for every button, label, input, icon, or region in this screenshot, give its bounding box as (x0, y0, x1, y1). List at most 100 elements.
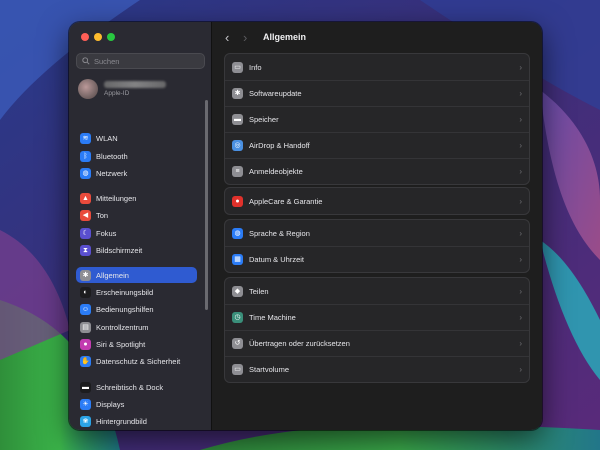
back-button[interactable]: ‹ (225, 31, 229, 44)
settings-row-label: Info (249, 62, 262, 72)
settings-row-label: Time Machine (249, 313, 296, 322)
settings-row-speicher[interactable]: ▬ Speicher › (225, 106, 529, 132)
settings-row-softwareupdate[interactable]: ✱ Softwareupdate › (225, 80, 529, 106)
bell-icon: ▲ (80, 192, 91, 204)
settings-row-label: AirDrop & Handoff (249, 141, 310, 150)
apple-id-account[interactable]: Apple-ID (78, 78, 204, 100)
settings-row-label: Übertragen oder zurücksetzen (249, 339, 350, 348)
sidebar-item-label: Schreibtisch & Dock (96, 382, 164, 392)
sidebar-item-datenschutz-sicherheit[interactable]: ✋ Datenschutz & Sicherheit (76, 353, 197, 369)
sidebar-item-kontrollzentrum[interactable]: ▤ Kontrollzentrum (76, 319, 197, 335)
sidebar-item-siri-spotlight[interactable]: ● Siri & Spotlight (76, 336, 197, 352)
sidebar-scrollbar[interactable] (205, 100, 208, 310)
sidebar-item-fokus[interactable]: ☾ Fokus (76, 225, 197, 241)
settings-group: ◆ Teilen › ◷ Time Machine › ↺ Übertragen oder z… (224, 277, 530, 383)
forward-button[interactable]: › (243, 31, 247, 44)
gear-icon: ✱ (80, 269, 91, 281)
disk-icon: ▭ (232, 364, 243, 375)
settings-group: ▭ Info › ✱ Softwareupdate › ▬ Speicher › ◎ AirDrop… (224, 53, 530, 185)
sidebar-item-label: Bedienungshilfen (96, 304, 154, 314)
sidebar-item-bedienungshilfen[interactable]: ☺ Bedienungshilfen (76, 301, 197, 317)
accessibility-icon: ☺ (80, 303, 91, 315)
sidebar-item-label: Mitteilungen (96, 193, 137, 203)
settings-row-anmeldeobjekte[interactable]: ≡ Anmeldeobjekte › (225, 158, 529, 184)
settings-row-applecare-garantie[interactable]: ● AppleCare & Garantie › (225, 188, 529, 214)
window-controls (81, 33, 115, 41)
share-icon: ◆ (232, 285, 243, 297)
settings-row-time-machine[interactable]: ◷ Time Machine › (225, 304, 529, 330)
gear-icon: ✱ (232, 88, 243, 99)
calendar-clock-icon: ▦ (232, 254, 243, 265)
settings-row-label: Startvolume (249, 365, 290, 374)
sidebar-item-displays[interactable]: ☀ Displays (76, 396, 197, 412)
settings-row-sprache-region[interactable]: ◍ Sprache & Region › (225, 220, 529, 246)
sidebar-item-label: Allgemein (96, 270, 129, 280)
settings-group: ● AppleCare & Garantie › (224, 187, 530, 215)
settings-row-teilen[interactable]: ◆ Teilen › (225, 278, 529, 304)
content-pane: ‹ › Allgemein ▭ Info › ✱ Softwareupdate › ▬ Spe… (212, 22, 542, 430)
speaker-icon: ◀ (80, 209, 91, 221)
sun-icon: ☀ (80, 398, 91, 410)
sidebar-item-label: WLAN (96, 133, 118, 143)
sidebar-item-label: Datenschutz & Sicherheit (96, 356, 181, 366)
time-machine-icon: ◷ (232, 312, 243, 323)
search-field[interactable] (76, 53, 205, 69)
sidebar-item-erscheinungsbild[interactable]: ◐ Erscheinungsbild (76, 284, 197, 300)
account-subtitle: Apple-ID (104, 90, 130, 97)
sidebar-item-label: Bluetooth (96, 151, 128, 161)
sidebar-item-label: Ton (96, 210, 109, 220)
account-name-redacted (104, 81, 166, 88)
sidebar-item-label: Siri & Spotlight (96, 339, 146, 349)
settings-row-info[interactable]: ▭ Info › (225, 54, 529, 80)
control-center-icon: ▤ (80, 321, 91, 333)
sidebar-item-ton[interactable]: ◀ Ton (76, 207, 197, 223)
hourglass-icon: ⧗ (80, 244, 91, 256)
close-button[interactable] (81, 33, 89, 41)
chevron-right-icon: › (519, 62, 522, 72)
apple-icon: ● (232, 195, 243, 207)
appearance-icon: ◐ (80, 286, 91, 298)
bluetooth-icon: ᛒ (80, 150, 91, 162)
settings-row-datum-uhrzeit[interactable]: ▦ Datum & Uhrzeit › (225, 246, 529, 272)
wallpaper-icon: ❀ (80, 415, 91, 427)
settings-row-label: Softwareupdate (249, 89, 302, 98)
page-title: Allgemein (263, 32, 307, 42)
dock-icon: ▬ (80, 381, 91, 393)
minimize-button[interactable] (94, 33, 102, 41)
chevron-right-icon: › (519, 141, 522, 150)
settings-row-label: Sprache & Region (249, 228, 310, 238)
sidebar-item-netzwerk[interactable]: ◍ Netzwerk (76, 165, 197, 181)
zoom-button[interactable] (107, 33, 115, 41)
sidebar-item-bluetooth[interactable]: ᛒ Bluetooth (76, 148, 197, 164)
sidebar-item-label: Erscheinungsbild (96, 287, 154, 297)
globe-icon: ◍ (80, 167, 91, 179)
sidebar-item-bildschirmzeit[interactable]: ⧗ Bildschirmzeit (76, 242, 197, 258)
chevron-right-icon: › (519, 228, 522, 238)
chevron-right-icon: › (519, 196, 522, 206)
sidebar-item-wlan[interactable]: ≋ WLAN (76, 130, 197, 146)
sidebar-item-allgemein[interactable]: ✱ Allgemein (76, 267, 197, 283)
chevron-right-icon: › (519, 339, 522, 348)
avatar (78, 79, 98, 99)
chevron-right-icon: › (519, 365, 522, 374)
sidebar-item-label: Bildschirmzeit (96, 245, 143, 255)
info-icon: ▭ (232, 61, 243, 73)
sidebar-item-label: Displays (96, 399, 125, 409)
airdrop-icon: ◎ (232, 140, 243, 151)
siri-icon: ● (80, 338, 91, 350)
sidebar-item-mitteilungen[interactable]: ▲ Mitteilungen (76, 190, 197, 206)
chevron-right-icon: › (519, 89, 522, 98)
chevron-right-icon: › (519, 115, 522, 124)
storage-icon: ▬ (232, 114, 243, 125)
search-icon (82, 57, 90, 65)
settings-row-airdrop-handoff[interactable]: ◎ AirDrop & Handoff › (225, 132, 529, 158)
search-input[interactable] (94, 56, 194, 66)
globe-icon: ◍ (232, 227, 243, 239)
sidebar-item-schreibtisch-dock[interactable]: ▬ Schreibtisch & Dock (76, 379, 197, 395)
settings-row-startvolume[interactable]: ▭ Startvolume › (225, 356, 529, 382)
sidebar-item-label: Kontrollzentrum (96, 322, 149, 332)
sidebar-item-label: Netzwerk (96, 168, 128, 178)
settings-row-label: Anmeldeobjekte (249, 167, 303, 176)
sidebar-item-hintergrundbild[interactable]: ❀ Hintergrundbild (76, 413, 197, 429)
settings-row-übertragen-oder-zurücksetzen[interactable]: ↺ Übertragen oder zurücksetzen › (225, 330, 529, 356)
